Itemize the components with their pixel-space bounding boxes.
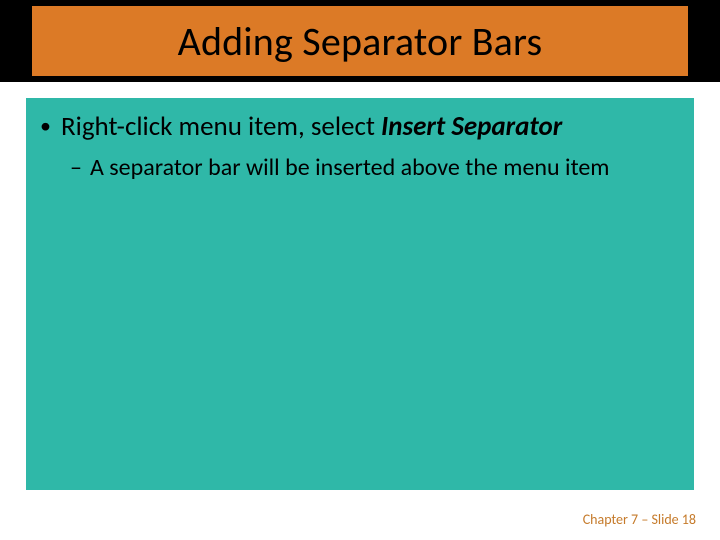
bullet-level-2: – A separator bar will be inserted above…	[70, 153, 680, 183]
slide: Adding Separator Bars • Right-click menu…	[0, 0, 720, 540]
slide-footer: Chapter 7 – Slide 18	[583, 511, 696, 528]
bullet-level-1: • Right-click menu item, select Insert S…	[40, 110, 680, 145]
bullet-dot-icon: •	[40, 112, 51, 140]
bullet-text: Right-click menu item, select Insert Sep…	[61, 110, 680, 145]
bullet-emphasis: Insert Separator	[381, 110, 562, 143]
title-bar: Adding Separator Bars	[32, 6, 688, 76]
dash-icon: –	[70, 153, 82, 183]
sub-bullet-text: A separator bar will be inserted above t…	[90, 153, 680, 183]
bullet-prefix: Right-click menu item, select	[61, 110, 381, 143]
content-area: • Right-click menu item, select Insert S…	[26, 98, 694, 490]
slide-title: Adding Separator Bars	[178, 17, 543, 66]
